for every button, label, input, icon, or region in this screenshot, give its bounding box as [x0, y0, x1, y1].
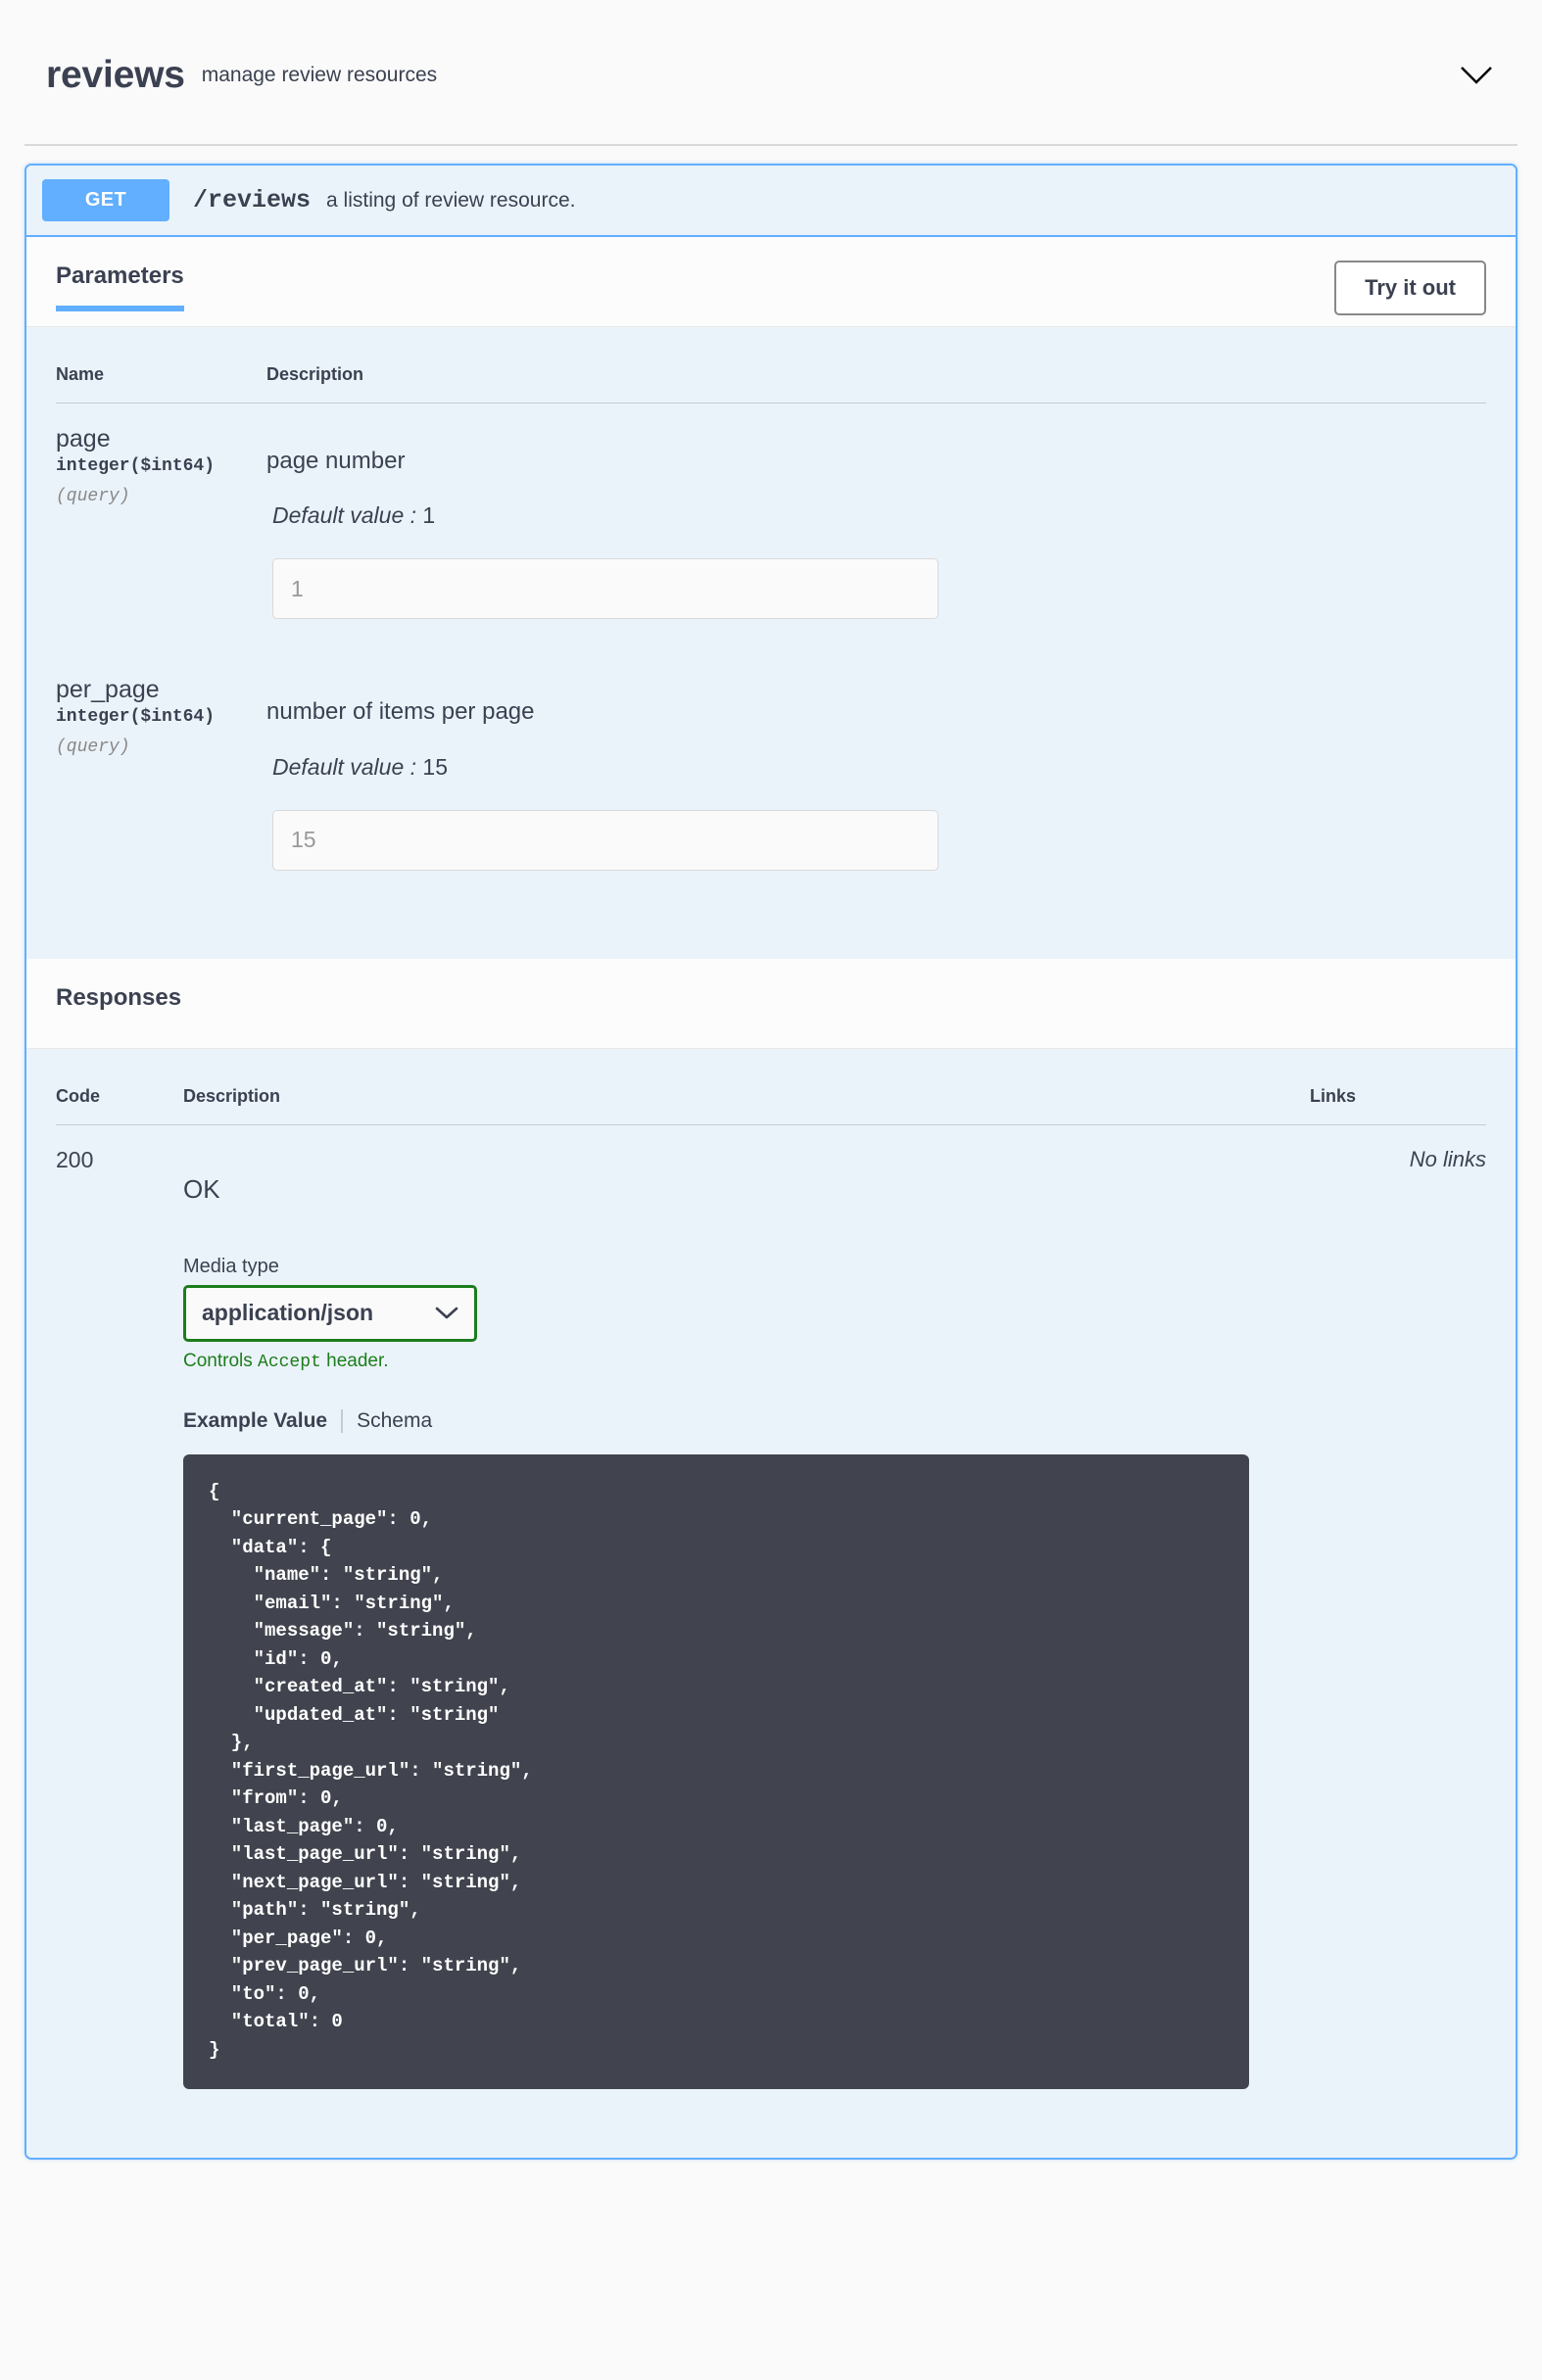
- column-header-name: Name: [56, 357, 266, 404]
- tab-divider: [341, 1408, 344, 1433]
- parameter-name-cell: per_page integer($int64) (query): [56, 654, 266, 870]
- tab-example-value[interactable]: Example Value: [183, 1409, 327, 1433]
- example-value-code-block[interactable]: { "current_page": 0, "data": { "name": "…: [183, 1453, 1249, 2090]
- swagger-page: reviews manage review resources GET /rev…: [0, 0, 1542, 2161]
- parameter-default-label: Default value: [272, 753, 405, 780]
- media-type-value: application/json: [202, 1300, 374, 1326]
- parameter-name: page: [56, 425, 111, 452]
- parameter-name: per_page: [56, 676, 160, 704]
- parameter-default-separator: :: [404, 502, 423, 529]
- parameter-input-per-page[interactable]: [272, 809, 939, 871]
- tab-parameters-label: Parameters: [56, 262, 184, 289]
- media-type-hint: Controls Accept header.: [183, 1351, 1310, 1372]
- column-header-description: Description: [173, 1077, 1310, 1125]
- row-spacer: [56, 871, 1486, 949]
- parameter-default-value: 15: [422, 753, 449, 780]
- responses-title: Responses: [56, 983, 182, 1011]
- try-it-out-button[interactable]: Try it out: [1334, 261, 1486, 315]
- response-code-cell: 200: [56, 1124, 173, 2089]
- table-header-row: Name Description: [56, 357, 1486, 404]
- response-links-cell: No links: [1310, 1124, 1486, 2089]
- parameter-description-cell: number of items per page Default value :…: [266, 654, 1486, 871]
- tab-parameters[interactable]: Parameters: [56, 262, 184, 311]
- parameter-description: page number: [266, 448, 406, 474]
- parameter-type: integer($int64): [56, 707, 216, 728]
- tag-title: reviews: [46, 54, 185, 96]
- parameter-description: number of items per page: [266, 698, 535, 726]
- tab-active-underline: [56, 306, 184, 311]
- operation-path: /reviews: [193, 186, 312, 214]
- media-hint-prefix: Controls: [183, 1350, 259, 1371]
- media-type-label: Media type: [183, 1255, 279, 1277]
- column-header-code: Code: [56, 1077, 173, 1125]
- media-type-select[interactable]: application/json: [183, 1284, 477, 1342]
- parameter-default-value: 1: [422, 502, 436, 529]
- responses-table: Code Description Links 200 OK Media type…: [56, 1077, 1486, 2090]
- column-header-description: Description: [266, 357, 1486, 404]
- operation-summary[interactable]: GET /reviews a listing of review resourc…: [26, 166, 1516, 237]
- row-spacer: [56, 619, 1486, 654]
- media-hint-suffix: header.: [320, 1350, 389, 1371]
- parameter-default: Default value : 15: [272, 754, 1486, 781]
- table-row: 200 OK Media type application/json Contr…: [56, 1124, 1486, 2090]
- response-status-code: 200: [56, 1146, 94, 1172]
- example-value-json: { "current_page": 0, "data": { "name": "…: [209, 1480, 533, 2061]
- table-row: page integer($int64) (query) page number…: [56, 404, 1486, 620]
- table-header-row: Code Description Links: [56, 1077, 1486, 1125]
- parameter-location: (query): [56, 487, 130, 506]
- parameter-default: Default value : 1: [272, 502, 1486, 529]
- media-hint-header-name: Accept: [258, 1352, 321, 1372]
- parameters-body: Name Description page integer($int64) (q…: [26, 327, 1516, 959]
- tag-header[interactable]: reviews manage review resources: [24, 0, 1518, 146]
- response-description: OK: [183, 1173, 220, 1204]
- tab-schema[interactable]: Schema: [357, 1409, 432, 1433]
- response-description-cell: OK Media type application/json Controls …: [173, 1124, 1310, 2090]
- parameter-input-page[interactable]: [272, 558, 939, 620]
- response-no-links: No links: [1409, 1146, 1486, 1171]
- parameter-name-cell: page integer($int64) (query): [56, 404, 266, 620]
- responses-body: Code Description Links 200 OK Media type…: [26, 1048, 1516, 2159]
- parameter-default-separator: :: [404, 753, 423, 780]
- parameter-default-label: Default value: [272, 502, 405, 529]
- chevron-down-icon: [435, 1307, 458, 1320]
- operation-block-get-reviews: GET /reviews a listing of review resourc…: [24, 164, 1518, 2161]
- tag-description: manage review resources: [201, 64, 438, 86]
- parameters-table: Name Description page integer($int64) (q…: [56, 357, 1486, 949]
- responses-header: Responses: [26, 958, 1516, 1049]
- chevron-down-icon[interactable]: [1455, 54, 1498, 97]
- http-method-badge: GET: [42, 179, 169, 221]
- example-tabs: Example Value Schema: [183, 1408, 1310, 1433]
- parameter-location: (query): [56, 738, 130, 758]
- parameter-type: integer($int64): [56, 456, 216, 476]
- table-row: per_page integer($int64) (query) number …: [56, 654, 1486, 871]
- media-type-group: Media type application/json Controls Acc…: [183, 1256, 1310, 1372]
- operation-summary-description: a listing of review resource.: [326, 188, 576, 212]
- parameters-header: Parameters Try it out: [26, 237, 1516, 327]
- parameter-description-cell: page number Default value : 1: [266, 404, 1486, 620]
- column-header-links: Links: [1310, 1077, 1486, 1125]
